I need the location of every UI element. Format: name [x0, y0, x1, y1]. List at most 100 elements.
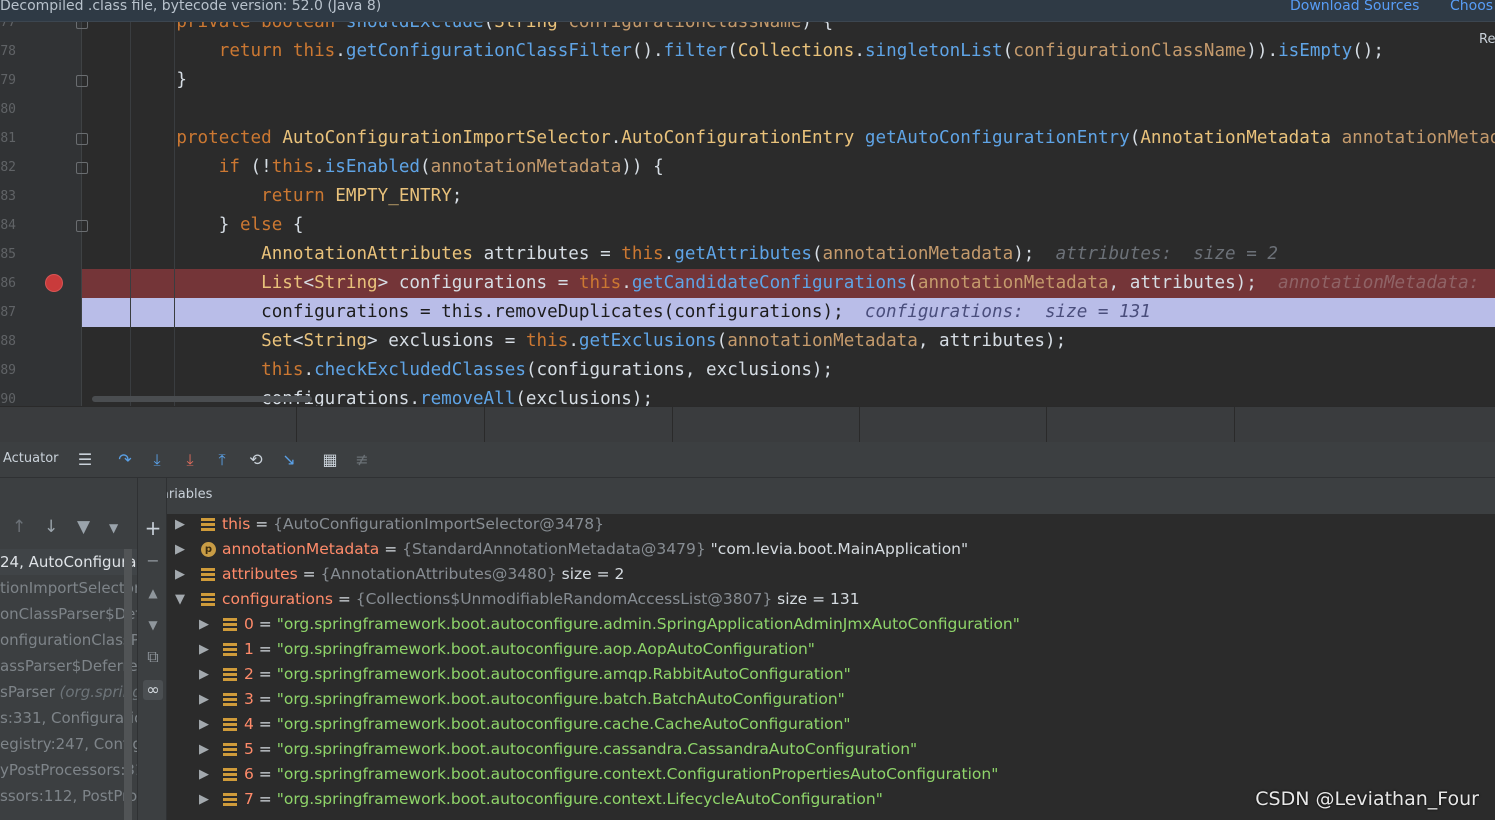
expand-arrow-icon[interactable]: ▶	[199, 712, 209, 737]
inline-debug-value: annotationMetadata:	[1278, 273, 1480, 293]
stack-frame[interactable]: s:331, Configuratio	[0, 705, 137, 731]
stack-frame[interactable]: yPostProcessors:31	[0, 757, 137, 783]
debugger-toolbar: Actuator ☰ ↷ ⤓ ⤓ ⤒ ⟲ ↘ ▦ ≢	[0, 442, 1495, 478]
add-watch-icon[interactable]: +	[143, 518, 163, 538]
equals-sign: =	[253, 765, 277, 783]
code-line[interactable]: return EMPTY_ENTRY;	[82, 182, 1495, 211]
horizontal-scrollbar[interactable]	[92, 396, 312, 402]
trace-icon[interactable]: ≢	[351, 449, 373, 471]
code-token: isEnabled	[324, 157, 421, 177]
code-line[interactable]	[82, 95, 1495, 124]
line-number[interactable]: 190	[0, 392, 16, 406]
debug-session-tabs[interactable]	[0, 406, 1495, 443]
code-line[interactable]: protected AutoConfigurationImportSelecto…	[82, 124, 1495, 153]
stack-frame[interactable]	[0, 809, 137, 820]
code-line[interactable]: private boolean shouldExclude(String con…	[82, 22, 1495, 37]
code-line[interactable]: AnnotationAttributes attributes = this.g…	[82, 240, 1495, 269]
expand-arrow-icon[interactable]: ▶	[199, 612, 209, 637]
frames-toolbar: ↑ ↓ ▼ ▼	[0, 514, 137, 544]
equals-sign: =	[253, 790, 277, 808]
drop-frame-icon[interactable]: ⟲	[245, 449, 267, 471]
evaluate-icon[interactable]: ▦	[319, 449, 341, 471]
line-number[interactable]: 188	[0, 334, 16, 349]
code-token: getAttributes	[674, 244, 812, 264]
code-line[interactable]: this.checkExcludedClasses(configurations…	[82, 356, 1495, 385]
editor-gutter[interactable]: 177 178 179 180 181 182 183 184 185 186 187 188 189 1…	[0, 22, 88, 406]
breakpoint-icon[interactable]	[46, 275, 62, 291]
move-up-icon[interactable]: ▲	[143, 583, 163, 603]
line-number[interactable]: 182	[0, 160, 16, 175]
code-editor[interactable]: 177 178 179 180 181 182 183 184 185 186 187 188 189 1…	[0, 22, 1495, 406]
decompiled-notice: Decompiled .class file, bytecode version…	[0, 0, 382, 14]
move-down-icon[interactable]: ▼	[143, 615, 163, 635]
frame-down-icon[interactable]: ↓	[44, 517, 58, 537]
code-token: ();	[1352, 41, 1384, 61]
line-number[interactable]: 183	[0, 189, 16, 204]
list-index: 5	[244, 740, 254, 758]
field-icon	[223, 768, 237, 781]
line-number[interactable]: 177	[0, 22, 16, 30]
expand-arrow-icon[interactable]: ▶	[199, 662, 209, 687]
expand-arrow-icon[interactable]: ▶	[175, 562, 185, 587]
list-value: "org.springframework.boot.autoconfigure.…	[276, 640, 815, 658]
frames-scrollbar[interactable]	[124, 549, 132, 820]
stack-frame[interactable]: ssors:112, PostPro	[0, 783, 137, 809]
list-icon[interactable]: ☰	[74, 449, 96, 471]
code-token: filter	[663, 41, 728, 61]
field-icon	[223, 643, 237, 656]
code-line[interactable]: if (!this.isEnabled(annotationMetadata))…	[82, 153, 1495, 182]
copy-icon[interactable]: ⧉	[143, 647, 163, 667]
reader-mode-label[interactable]: Re	[1479, 32, 1495, 47]
expand-arrow-icon[interactable]: ▶	[199, 687, 209, 712]
stack-frame[interactable]: assParser$Deferre	[0, 653, 137, 679]
stack-frame[interactable]: sParser (org.spring	[0, 679, 137, 705]
step-into-icon[interactable]: ⤓	[146, 449, 168, 471]
line-number[interactable]: 181	[0, 131, 16, 146]
stack-frame[interactable]: tionImportSelector	[0, 575, 137, 601]
run-to-cursor-icon[interactable]: ↘	[278, 449, 300, 471]
line-number[interactable]: 185	[0, 247, 16, 262]
code-line[interactable]: } else {	[82, 211, 1495, 240]
line-number[interactable]: 180	[0, 102, 16, 117]
show-watches-icon[interactable]: ∞	[143, 680, 163, 700]
line-number[interactable]: 179	[0, 73, 16, 88]
frame-up-icon[interactable]: ↑	[12, 517, 26, 537]
line-number[interactable]: 178	[0, 44, 16, 59]
debug-tab-actuator[interactable]: Actuator	[3, 451, 59, 466]
line-number[interactable]: 187	[0, 305, 16, 320]
line-number[interactable]: 184	[0, 218, 16, 233]
expand-arrow-icon[interactable]: ▶	[175, 512, 185, 537]
code-token: Set	[261, 331, 293, 351]
force-step-into-icon[interactable]: ⤓	[179, 449, 201, 471]
code-line[interactable]: }	[82, 66, 1495, 95]
stack-frame[interactable]: onClassParser$Defe	[0, 601, 137, 627]
code-token: this	[578, 273, 622, 293]
stack-frame[interactable]: onfigurationClassP	[0, 627, 137, 653]
filter-icon[interactable]: ▼	[77, 517, 90, 537]
line-number[interactable]: 189	[0, 363, 16, 378]
current-execution-line[interactable]: configurations = this.removeDuplicates(c…	[82, 298, 1495, 327]
download-sources-link[interactable]: Download Sources	[1290, 0, 1419, 14]
step-out-icon[interactable]: ⤒	[211, 449, 233, 471]
expand-arrow-icon[interactable]: ▶	[175, 537, 185, 562]
remove-watch-icon[interactable]: −	[143, 551, 163, 571]
expand-arrow-icon[interactable]: ▶	[199, 737, 209, 762]
expand-arrow-icon[interactable]: ▶	[199, 637, 209, 662]
collapse-arrow-icon[interactable]: ▼	[175, 587, 185, 612]
breakpoint-line[interactable]: List<String> configurations = this.getCa…	[82, 269, 1495, 298]
expand-arrow-icon[interactable]: ▶	[199, 762, 209, 787]
step-over-icon[interactable]: ↷	[114, 449, 136, 471]
choose-sources-link[interactable]: Choos	[1450, 0, 1493, 14]
stack-frame[interactable]: 24, AutoConfigura	[0, 549, 137, 575]
watermark: CSDN @Leviathan_Four	[1255, 788, 1479, 810]
stack-frame[interactable]: egistry:247, Config	[0, 731, 137, 757]
chevron-down-icon[interactable]: ▼	[109, 521, 118, 535]
code-line[interactable]: return this.getConfigurationClassFilter(…	[82, 37, 1495, 66]
variable-name: annotationMetadata	[222, 540, 380, 558]
expand-arrow-icon[interactable]: ▶	[199, 787, 209, 812]
code-line[interactable]: Set<String> exclusions = this.getExclusi…	[82, 327, 1495, 356]
line-number[interactable]: 186	[0, 276, 16, 291]
